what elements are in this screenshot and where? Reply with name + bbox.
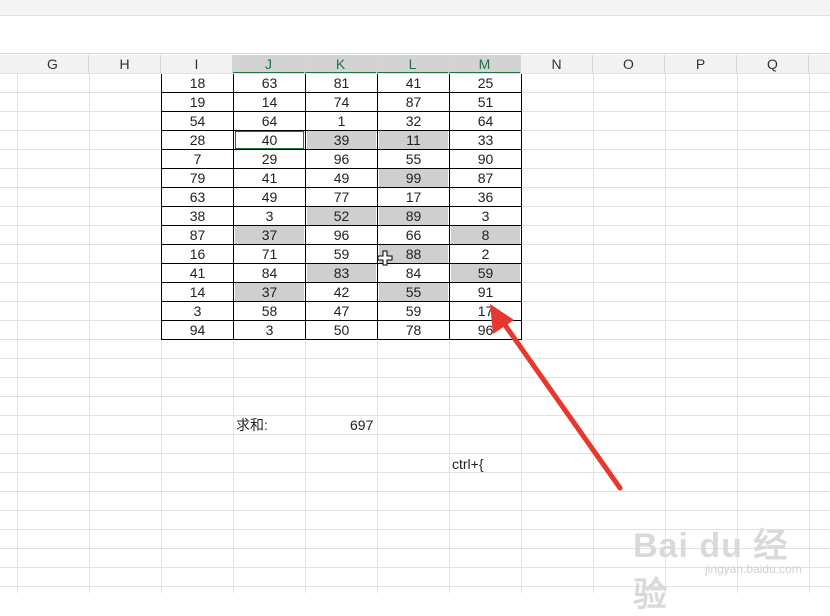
watermark-url: jingyan.baidu.com [705, 562, 802, 576]
cell-cursor-icon [377, 250, 393, 266]
watermark: Bai du 经验 jingyan.baidu.com [633, 500, 823, 614]
